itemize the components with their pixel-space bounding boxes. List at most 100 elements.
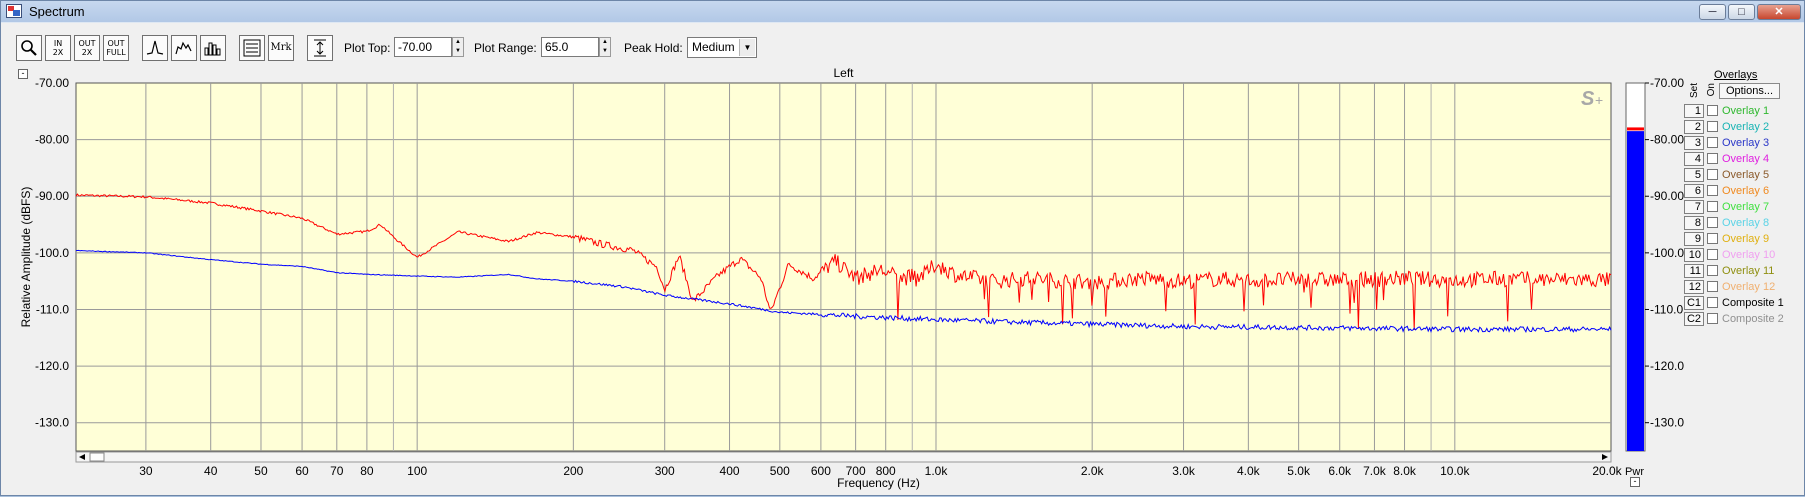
meter-tick-label: -70.00 xyxy=(1650,76,1684,90)
overlay-label: Overlay 3 xyxy=(1722,137,1770,149)
y-tick-label: -90.00 xyxy=(35,189,69,203)
overlay-row: C1 Composite 1 xyxy=(1684,296,1802,312)
y-tick-label: -120.0 xyxy=(35,359,69,373)
overlay-set-button[interactable]: 4 xyxy=(1684,152,1704,166)
overlay-set-button[interactable]: 1 xyxy=(1684,104,1704,118)
overlay-on-checkbox[interactable] xyxy=(1707,265,1718,276)
x-tick-label: 30 xyxy=(139,464,153,478)
splus-logo-plus: + xyxy=(1595,92,1603,108)
overlay-on-checkbox[interactable] xyxy=(1707,169,1718,180)
overlay-set-button[interactable]: C1 xyxy=(1684,296,1704,310)
overlay-on-checkbox[interactable] xyxy=(1707,105,1718,116)
y-axis-label: Relative Amplitude (dBFS) xyxy=(19,187,33,328)
meter-tick-label: -100.0 xyxy=(1650,246,1684,260)
meter-tick-label: -90.00 xyxy=(1650,189,1684,203)
y-tick-label: -80.00 xyxy=(35,133,69,147)
x-tick-label: 2.0k xyxy=(1081,464,1105,478)
overlay-on-checkbox[interactable] xyxy=(1707,185,1718,196)
overlay-on-checkbox[interactable] xyxy=(1707,121,1718,132)
power-meter-label: Pwr xyxy=(1625,466,1644,478)
x-tick-label: 100 xyxy=(407,464,427,478)
x-tick-label: 80 xyxy=(360,464,374,478)
overlay-options-button[interactable]: Options... xyxy=(1719,83,1780,99)
meter-tick-label: -110.0 xyxy=(1650,302,1683,316)
overlay-label: Overlay 8 xyxy=(1722,217,1770,229)
splus-logo: S xyxy=(1581,88,1595,110)
overlay-on-checkbox[interactable] xyxy=(1707,217,1718,228)
overlay-set-button[interactable]: 11 xyxy=(1684,264,1704,278)
x-tick-label: 1.0k xyxy=(925,464,949,478)
overlay-set-button[interactable]: 8 xyxy=(1684,216,1704,230)
on-column-label: On xyxy=(1706,83,1717,97)
overlay-row: 12 Overlay 12 xyxy=(1684,280,1802,296)
overlay-set-button[interactable]: 6 xyxy=(1684,184,1704,198)
overlay-set-button[interactable]: 3 xyxy=(1684,136,1704,150)
x-tick-label: 500 xyxy=(770,464,790,478)
overlay-set-button[interactable]: 5 xyxy=(1684,168,1704,182)
overlay-on-checkbox[interactable] xyxy=(1707,137,1718,148)
y-tick-label: -70.00 xyxy=(35,76,69,90)
x-tick-label: 3.0k xyxy=(1172,464,1196,478)
x-tick-label: 4.0k xyxy=(1237,464,1261,478)
overlay-set-button[interactable]: 10 xyxy=(1684,248,1704,262)
x-tick-label: 200 xyxy=(563,464,583,478)
overlay-set-button[interactable]: 12 xyxy=(1684,280,1704,294)
overlay-set-button[interactable]: C2 xyxy=(1684,312,1704,326)
y-tick-label: -110.0 xyxy=(36,302,69,316)
overlay-on-checkbox[interactable] xyxy=(1707,297,1718,308)
x-tick-label: 50 xyxy=(254,464,268,478)
overlay-row: 1 Overlay 1 xyxy=(1684,104,1802,120)
overlay-label: Overlay 6 xyxy=(1722,185,1770,197)
overlay-row: 2 Overlay 2 xyxy=(1684,120,1802,136)
overlay-on-checkbox[interactable] xyxy=(1707,233,1718,244)
overlay-row: 8 Overlay 8 xyxy=(1684,216,1802,232)
overlay-label: Composite 2 xyxy=(1722,313,1784,325)
x-tick-label: 60 xyxy=(295,464,309,478)
horizontal-scrollbar xyxy=(75,451,1612,463)
x-tick-label: 400 xyxy=(720,464,740,478)
overlay-row: 10 Overlay 10 xyxy=(1684,248,1802,264)
overlay-on-checkbox[interactable] xyxy=(1707,153,1718,164)
overlay-row: 6 Overlay 6 xyxy=(1684,184,1802,200)
x-axis-label: Frequency (Hz) xyxy=(837,476,920,490)
overlay-row: C2 Composite 2 xyxy=(1684,312,1802,328)
overlay-label: Overlay 7 xyxy=(1722,201,1770,213)
overlay-row: 7 Overlay 7 xyxy=(1684,200,1802,216)
overlay-label: Overlay 11 xyxy=(1722,265,1775,277)
x-tick-label: 7.0k xyxy=(1363,464,1387,478)
meter-tick-label: -120.0 xyxy=(1650,359,1684,373)
chart-title: Left xyxy=(833,66,854,80)
spectrum-window: Spectrum ─ □ ✕ IN 2X OUT 2X OUT FULL Mrk… xyxy=(0,0,1805,496)
overlay-set-button[interactable]: 7 xyxy=(1684,200,1704,214)
overlay-row: 3 Overlay 3 xyxy=(1684,136,1802,152)
overlay-row: 4 Overlay 4 xyxy=(1684,152,1802,168)
x-tick-label: 300 xyxy=(655,464,675,478)
overlay-label: Overlay 9 xyxy=(1722,233,1770,245)
meter-tick-label: -130.0 xyxy=(1650,416,1684,430)
power-meter-peak xyxy=(1627,127,1644,131)
x-tick-label: 5.0k xyxy=(1287,464,1311,478)
x-tick-label: 20.0k xyxy=(1592,464,1622,478)
x-tick-label: 8.0k xyxy=(1393,464,1417,478)
spectrum-chart: Left -70.00 -80.00 -90.00 -100.0 -110.0 -120.0… xyxy=(19,66,1684,490)
x-tick-label: 6.0k xyxy=(1328,464,1352,478)
overlay-label: Overlay 12 xyxy=(1722,281,1776,293)
scrollbar-thumb xyxy=(89,452,105,462)
overlay-on-checkbox[interactable] xyxy=(1707,313,1718,324)
y-tick-label: -100.0 xyxy=(35,246,69,260)
overlay-set-button[interactable]: 2 xyxy=(1684,120,1704,134)
overlay-on-checkbox[interactable] xyxy=(1707,249,1718,260)
overlay-label: Overlay 2 xyxy=(1722,121,1770,133)
overlay-label: Overlay 1 xyxy=(1722,105,1770,117)
power-meter-level xyxy=(1627,131,1644,451)
overlay-set-button[interactable]: 9 xyxy=(1684,232,1704,246)
y-tick-label: -130.0 xyxy=(35,416,69,430)
overlay-on-checkbox[interactable] xyxy=(1707,201,1718,212)
overlay-row: 5 Overlay 5 xyxy=(1684,168,1802,184)
x-tick-label: 10.0k xyxy=(1440,464,1470,478)
x-tick-label: 40 xyxy=(204,464,218,478)
overlay-label: Composite 1 xyxy=(1722,297,1784,309)
overlay-on-checkbox[interactable] xyxy=(1707,281,1718,292)
x-tick-label: 70 xyxy=(330,464,344,478)
overlay-label: Overlay 5 xyxy=(1722,169,1770,181)
